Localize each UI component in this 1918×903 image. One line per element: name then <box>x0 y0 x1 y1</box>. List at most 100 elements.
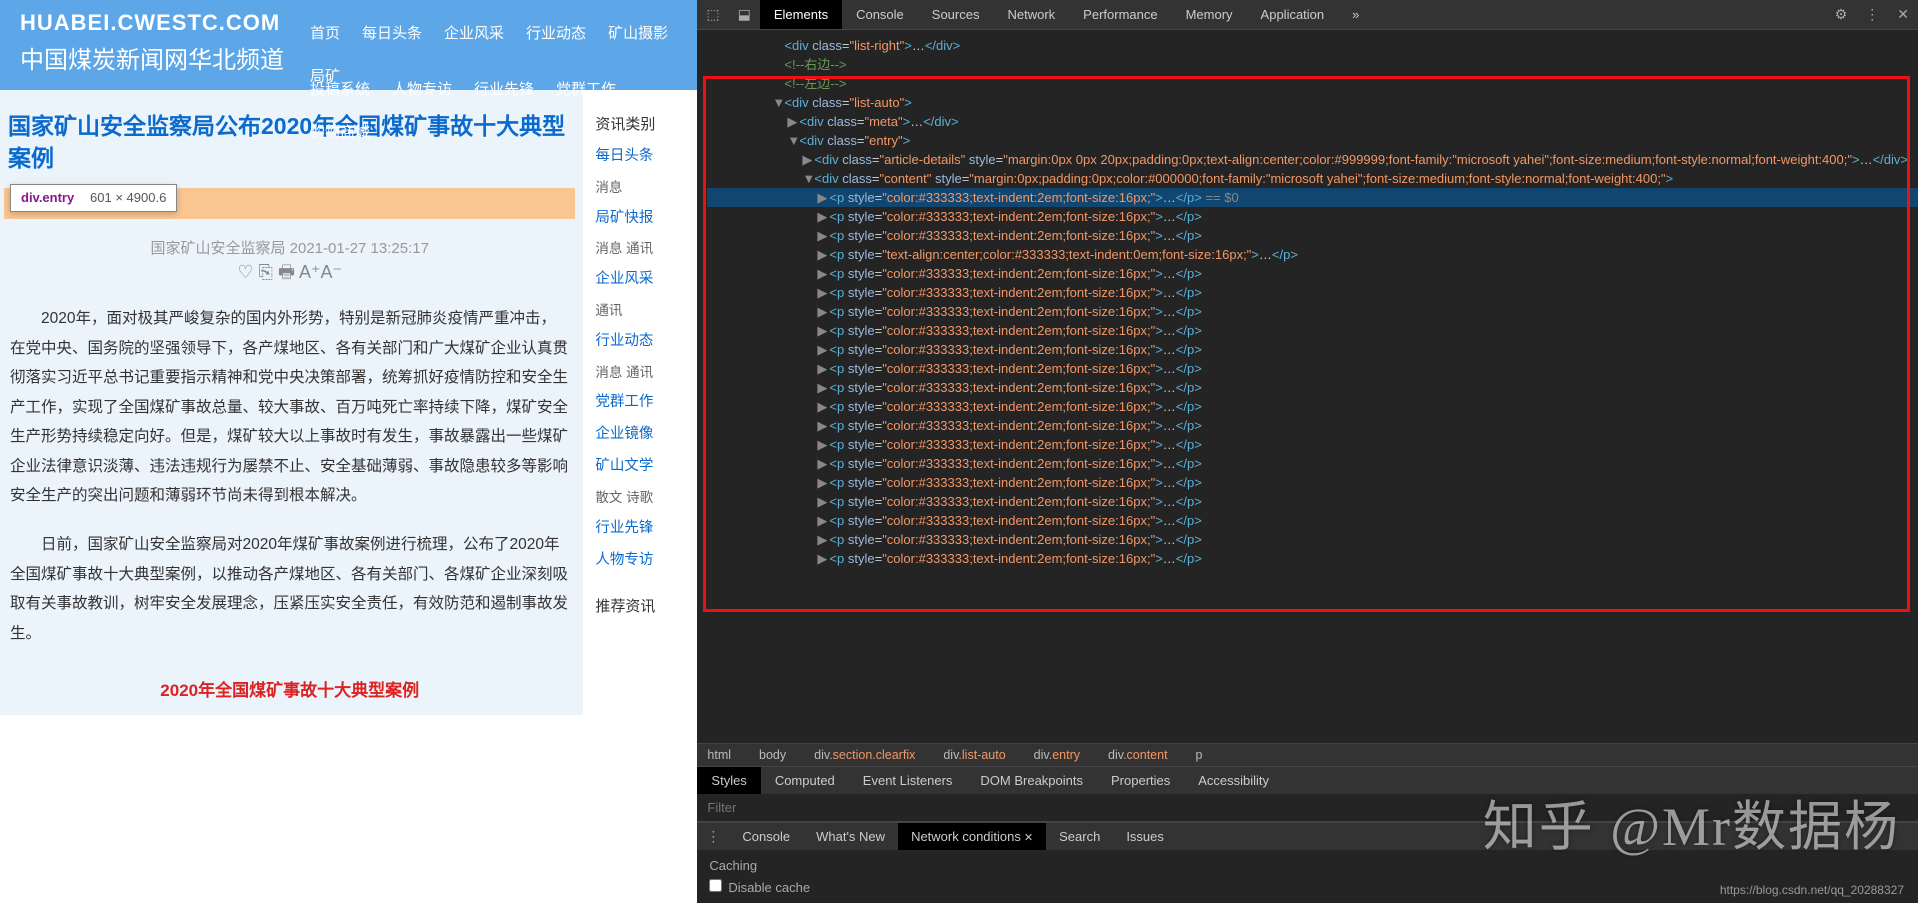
nav-secondary: 投稿系统 人物专访 行业先锋 党群工作购物商城 <box>310 78 697 142</box>
dom-node[interactable]: ▶<p style="color:#333333;text-indent:2em… <box>707 264 1918 283</box>
article-source: 国家矿山安全监察局 2021-01-27 13:25:17 <box>4 219 575 260</box>
dom-node[interactable]: ▶<p style="color:#333333;text-indent:2em… <box>707 549 1918 568</box>
dom-node[interactable]: ▶<p style="color:#333333;text-indent:2em… <box>707 302 1918 321</box>
drawer-tab[interactable]: Issues <box>1113 823 1177 850</box>
dom-node[interactable]: ▶<p style="color:#333333;text-indent:2em… <box>707 283 1918 302</box>
close-icon[interactable]: ✕ <box>1888 6 1918 23</box>
dom-node[interactable]: ▶<p style="color:#333333;text-indent:2em… <box>707 473 1918 492</box>
dom-node[interactable]: ▼<div class="content" style="margin:0px;… <box>707 169 1918 188</box>
devtools-tab[interactable]: Performance <box>1069 0 1171 29</box>
styles-tab[interactable]: Styles <box>697 767 760 794</box>
sidebar-link[interactable]: 行业先锋 <box>595 513 689 545</box>
article-tools[interactable]: ♡ ⎘ 🖶 A⁺A⁻ <box>4 260 575 304</box>
filter-input[interactable] <box>707 800 1908 815</box>
sidebar-link[interactable]: 企业镜像 <box>595 419 689 451</box>
nav-item[interactable]: 党群工作 <box>556 78 616 99</box>
sidebar-link[interactable]: 企业风采 <box>595 264 689 296</box>
dom-node[interactable]: ▶<div class="meta">…</div> <box>707 112 1918 131</box>
dom-node[interactable]: ▶<p style="color:#333333;text-indent:2em… <box>707 454 1918 473</box>
dom-node[interactable]: ▶<p style="color:#333333;text-indent:2em… <box>707 321 1918 340</box>
devtools-panel: ⬚ ⬓ ElementsConsoleSourcesNetworkPerform… <box>697 0 1918 903</box>
breadcrumb[interactable]: html body div.section.clearfix div.list-aut… <box>697 743 1918 766</box>
dom-node[interactable]: ▶<p style="color:#333333;text-indent:2em… <box>707 340 1918 359</box>
dom-node[interactable]: <div class="list-right">…</div> <box>707 36 1918 55</box>
dom-node[interactable]: ▶<p style="text-align:center;color:#3333… <box>707 245 1918 264</box>
styles-tab[interactable]: Computed <box>761 767 849 794</box>
sidebar-link[interactable]: 党群工作 <box>595 387 689 419</box>
crumb[interactable]: div.section.clearfix <box>814 748 929 762</box>
dom-node[interactable]: ▶<p style="color:#333333;text-indent:2em… <box>707 530 1918 549</box>
dom-node[interactable]: <!--左边--> <box>707 74 1918 93</box>
nav-item[interactable]: 每日头条 <box>362 22 422 43</box>
dom-node[interactable]: ▼<div class="list-auto"> <box>707 93 1918 112</box>
drawer-tab[interactable]: Search <box>1046 823 1113 850</box>
nav-item[interactable]: 投稿系统 <box>310 78 370 99</box>
article-subheading: 2020年全国煤矿事故十大典型案例 <box>4 668 575 715</box>
devtools-tab[interactable]: Application <box>1247 0 1339 29</box>
dom-node[interactable]: ▶<p style="color:#333333;text-indent:2em… <box>707 492 1918 511</box>
dom-node[interactable]: <!--右边--> <box>707 55 1918 74</box>
article-paragraph-2: 日前，国家矿山安全监察局对2020年煤矿事故案例进行梳理，公布了2020年全国煤… <box>4 530 575 668</box>
devtools-tab[interactable]: Elements <box>760 0 842 29</box>
sidebar-sub: 散文 诗歌 <box>595 483 689 513</box>
crumb[interactable]: body <box>759 748 800 762</box>
dom-node[interactable]: ▶<p style="color:#333333;text-indent:2em… <box>707 359 1918 378</box>
article-column: 国家矿山安全监察局公布2020年全国煤矿事故十大典型案例 0人评论 分类：消息 … <box>0 90 583 715</box>
inspect-tooltip: div.entry 601 × 4900.6 <box>10 184 177 212</box>
devtools-tab[interactable]: Memory <box>1172 0 1247 29</box>
dom-node[interactable]: ▶<p style="color:#333333;text-indent:2em… <box>707 378 1918 397</box>
dom-node[interactable]: ▶<p style="color:#333333;text-indent:2em… <box>707 435 1918 454</box>
devtools-toolbar: ⬚ ⬓ ElementsConsoleSourcesNetworkPerform… <box>697 0 1918 30</box>
site-header: HUABEI.CWESTC.COM 中国煤炭新闻网华北频道 首页每日头条企业风采… <box>0 0 697 90</box>
crumb[interactable]: div.list-auto <box>943 748 1019 762</box>
styles-tab[interactable]: Properties <box>1097 767 1184 794</box>
sidebar: 资讯类别 每日头条消息局矿快报消息 通讯企业风采通讯行业动态消息 通讯党群工作企… <box>583 90 697 715</box>
sidebar-link[interactable]: 局矿快报 <box>595 203 689 235</box>
source-url: https://blog.csdn.net/qq_20288327 <box>1720 883 1904 897</box>
dom-node[interactable]: ▶<p style="color:#333333;text-indent:2em… <box>707 226 1918 245</box>
sidebar-link[interactable]: 矿山文学 <box>595 451 689 483</box>
settings-icon[interactable]: ⚙ <box>1826 6 1857 23</box>
styles-tab[interactable]: Accessibility <box>1184 767 1283 794</box>
nav-item[interactable]: 购物商城 <box>310 121 370 142</box>
dom-node[interactable]: ▶<p style="color:#333333;text-indent:2em… <box>707 188 1918 207</box>
dom-node[interactable]: ▶<p style="color:#333333;text-indent:2em… <box>707 207 1918 226</box>
dom-node[interactable]: ▶<p style="color:#333333;text-indent:2em… <box>707 511 1918 530</box>
webpage-panel: HUABEI.CWESTC.COM 中国煤炭新闻网华北频道 首页每日头条企业风采… <box>0 0 697 903</box>
nav-item[interactable]: 行业先锋 <box>474 78 534 99</box>
article-paragraph-1: 2020年，面对极其严峻复杂的国内外形势，特别是新冠肺炎疫情严重冲击，在党中央、… <box>4 304 575 530</box>
sidebar-sub: 消息 通讯 <box>595 358 689 388</box>
drawer-tab[interactable]: Network conditions✕ <box>898 823 1046 850</box>
drawer-tab[interactable]: Console <box>729 823 803 850</box>
sidebar-link[interactable]: 行业动态 <box>595 326 689 358</box>
dom-node[interactable]: ▶<p style="color:#333333;text-indent:2em… <box>707 416 1918 435</box>
dom-node[interactable]: ▶<div class="article-details" style="mar… <box>707 150 1918 169</box>
dom-node[interactable]: ▼<div class="entry"> <box>707 131 1918 150</box>
sidebar-link[interactable]: 每日头条 <box>595 141 689 173</box>
drawer-tab[interactable]: What's New <box>803 823 898 850</box>
devtools-tab[interactable]: Network <box>993 0 1069 29</box>
tabs-overflow[interactable]: » <box>1338 0 1373 30</box>
crumb[interactable]: html <box>707 748 745 762</box>
disable-cache-label: Disable cache <box>728 880 810 895</box>
nav-item[interactable]: 矿山摄影 <box>608 22 668 43</box>
crumb[interactable]: div.content <box>1108 748 1182 762</box>
sidebar-link[interactable]: 人物专访 <box>595 545 689 577</box>
menu-icon[interactable]: ⋮ <box>1856 6 1888 23</box>
dom-tree[interactable]: <div class="list-right">…</div><!--右边-->… <box>697 30 1918 743</box>
inspect-icon[interactable]: ⬚ <box>697 6 728 23</box>
dom-node[interactable]: ▶<p style="color:#333333;text-indent:2em… <box>707 397 1918 416</box>
device-icon[interactable]: ⬓ <box>729 6 760 23</box>
nav-item[interactable]: 首页 <box>310 22 340 43</box>
crumb[interactable]: p <box>1196 748 1217 762</box>
styles-tab[interactable]: DOM Breakpoints <box>966 767 1097 794</box>
nav-item[interactable]: 行业动态 <box>526 22 586 43</box>
devtools-tab[interactable]: Console <box>842 0 918 29</box>
styles-tab[interactable]: Event Listeners <box>849 767 967 794</box>
devtools-tab[interactable]: Sources <box>918 0 994 29</box>
nav-item[interactable]: 企业风采 <box>444 22 504 43</box>
nav-item[interactable]: 人物专访 <box>392 78 452 99</box>
drawer-menu-icon[interactable]: ⋮ <box>697 828 729 845</box>
disable-cache-checkbox[interactable] <box>709 879 722 892</box>
crumb[interactable]: div.entry <box>1034 748 1094 762</box>
